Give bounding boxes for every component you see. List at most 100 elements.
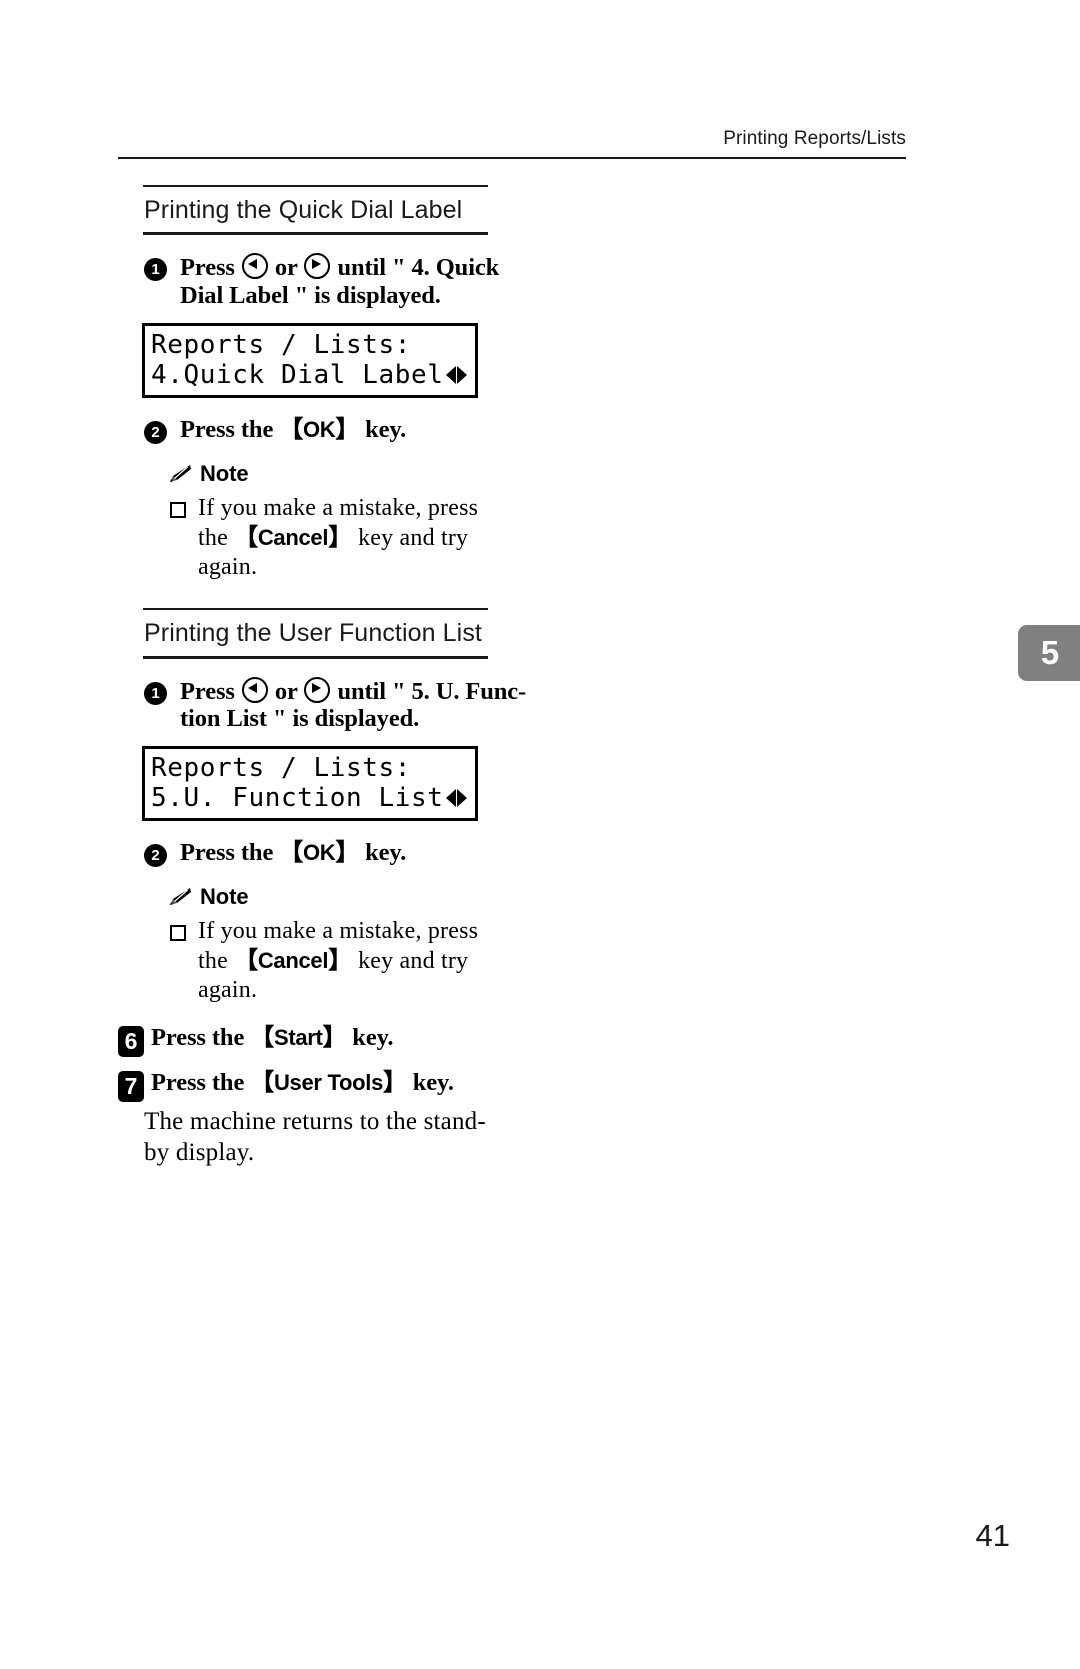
step-item: 7 Press the 【User Tools】 key. bbox=[118, 1069, 538, 1103]
step-item: 2 Press the 【OK】 key. bbox=[144, 416, 538, 444]
lcd-line-2: 5.U. Function List bbox=[151, 783, 469, 813]
step-text-post: key. bbox=[359, 839, 407, 867]
step-text-pre: Press the bbox=[180, 415, 280, 443]
note-line-3: again. bbox=[198, 554, 258, 581]
step-badge: 7 bbox=[118, 1071, 144, 1103]
bracket-close: 】 bbox=[322, 1023, 347, 1051]
note-line-2: the 【Cancel】 key and try bbox=[198, 946, 538, 976]
step-item: 6 Press the 【Start】 key. bbox=[118, 1023, 538, 1057]
note-line-1: If you make a mistake, press bbox=[198, 494, 479, 521]
note-label: Note bbox=[200, 460, 249, 486]
note-line-2-post: key and try bbox=[351, 948, 469, 975]
note-heading: Note bbox=[168, 884, 538, 910]
note-line-2: the 【Cancel】 key and try bbox=[198, 523, 538, 553]
note-line-3: again. bbox=[198, 977, 258, 1004]
lcd-line-2: 4.Quick Dial Label bbox=[151, 360, 469, 390]
step-badge: 2 bbox=[144, 844, 167, 868]
bracket-close: 】 bbox=[335, 415, 360, 443]
lcd-right-triangle-icon bbox=[457, 789, 467, 808]
bracket-open: 【 bbox=[234, 523, 258, 551]
hardware-key-name: User Tools bbox=[273, 1070, 384, 1096]
page-number: 41 bbox=[975, 1518, 1010, 1553]
lcd-left-triangle-icon bbox=[446, 789, 456, 808]
lcd-line-1-text: Reports / Lists: bbox=[151, 752, 412, 783]
step-text-pre: Press the bbox=[180, 839, 280, 867]
step-text-post: key. bbox=[359, 415, 407, 443]
result-paragraph: The machine returns to the stand- by dis… bbox=[144, 1107, 538, 1168]
step-text-post: key. bbox=[346, 1023, 394, 1051]
hardware-key-name: Cancel bbox=[257, 524, 329, 550]
bracket-close: 】 bbox=[383, 1069, 407, 1097]
note-line-2-pre: the bbox=[198, 948, 235, 975]
result-line-1: The machine returns to the stand- bbox=[144, 1108, 486, 1136]
left-arrow-key-icon bbox=[241, 676, 268, 703]
step-text-line2: tion List " is displayed. bbox=[180, 705, 420, 733]
step-item: 1 Press or until " 4. Quick Dial Label "… bbox=[144, 253, 538, 309]
lcd-scroll-arrows-icon bbox=[446, 789, 469, 808]
lcd-line-1: Reports / Lists: bbox=[151, 330, 469, 360]
section-title: Printing the Quick Dial Label bbox=[144, 196, 463, 224]
step-text-pre: Press the bbox=[151, 1023, 251, 1051]
lcd-display-panel: Reports / Lists: 4.Quick Dial Label bbox=[142, 322, 478, 398]
bracket-open: 【 bbox=[279, 415, 303, 443]
bracket-open: 【 bbox=[234, 947, 258, 975]
lcd-line-1: Reports / Lists: bbox=[151, 753, 469, 783]
hardware-key-label: 【User Tools】 bbox=[250, 1069, 407, 1097]
header-divider-rule bbox=[118, 157, 906, 159]
step-text-post: until " 4. Quick bbox=[331, 254, 500, 282]
lcd-line-2-text: 4.Quick Dial Label bbox=[151, 359, 444, 390]
step-badge: 2 bbox=[144, 420, 167, 444]
step-text-mid: or bbox=[268, 677, 304, 705]
left-arrow-key-icon bbox=[241, 253, 268, 280]
lcd-line-2-text: 5.U. Function List bbox=[151, 783, 444, 814]
hardware-key-name: Start bbox=[273, 1024, 323, 1050]
step-text-line2: Dial Label " is displayed. bbox=[180, 281, 441, 309]
step-text-pre: Press the bbox=[151, 1069, 251, 1097]
section-rule-bottom bbox=[143, 655, 488, 659]
step-text-pre: Press bbox=[180, 677, 241, 705]
right-arrow-key-icon bbox=[304, 676, 331, 703]
page-running-header: Printing Reports/Lists bbox=[723, 128, 906, 149]
note-item: If you make a mistake, press the 【Cancel… bbox=[168, 917, 538, 1006]
section-user-function-list: Printing the User Function List 1 Press … bbox=[118, 608, 538, 1005]
step-text-mid: or bbox=[268, 254, 304, 282]
bracket-open: 【 bbox=[279, 839, 303, 867]
lcd-scroll-arrows-icon bbox=[446, 365, 469, 384]
step-text-post: until " 5. U. Func- bbox=[331, 677, 527, 705]
note-line-2-post: key and try bbox=[351, 524, 469, 551]
note-item: If you make a mistake, press the 【Cancel… bbox=[168, 494, 538, 583]
note-block: Note If you make a mistake, press the 【C… bbox=[168, 884, 538, 1006]
hardware-key-name: Cancel bbox=[257, 948, 329, 974]
step-badge: 1 bbox=[144, 258, 167, 282]
hardware-key-label: 【Start】 bbox=[250, 1023, 347, 1051]
hardware-key-name: OK bbox=[302, 840, 336, 866]
hardware-key-name: OK bbox=[302, 416, 336, 442]
note-heading: Note bbox=[168, 461, 538, 487]
note-bullet-square-icon bbox=[170, 501, 186, 518]
bracket-open: 【 bbox=[250, 1069, 274, 1097]
hardware-key-label: 【OK】 bbox=[279, 415, 360, 443]
step-item: 1 Press or until " 5. U. Func- tion List… bbox=[144, 676, 538, 733]
section-quick-dial-label: Printing the Quick Dial Label 1 Press or… bbox=[118, 185, 538, 582]
lcd-right-triangle-icon bbox=[457, 365, 467, 384]
note-block: Note If you make a mistake, press the 【C… bbox=[168, 461, 538, 583]
bracket-close: 】 bbox=[328, 523, 352, 551]
bracket-open: 【 bbox=[250, 1023, 274, 1051]
note-bullet-square-icon bbox=[170, 924, 186, 941]
step-item: 2 Press the 【OK】 key. bbox=[144, 839, 538, 868]
hardware-key-label: 【Cancel】 bbox=[234, 947, 352, 975]
bracket-close: 】 bbox=[335, 839, 360, 867]
pencil-icon bbox=[170, 464, 191, 482]
pencil-icon bbox=[170, 887, 191, 905]
hardware-key-label: 【OK】 bbox=[279, 839, 360, 867]
chapter-tab-marker: 5 bbox=[1018, 625, 1080, 681]
step-badge: 1 bbox=[144, 681, 167, 705]
hardware-key-label: 【Cancel】 bbox=[234, 523, 352, 551]
step-text-post: key. bbox=[406, 1069, 454, 1097]
page-content-column: Printing the Quick Dial Label 1 Press or… bbox=[118, 185, 538, 1168]
bracket-close: 】 bbox=[328, 947, 352, 975]
step-text-pre: Press bbox=[180, 254, 241, 282]
lcd-display-panel: Reports / Lists: 5.U. Function List bbox=[142, 745, 478, 822]
note-line-1: If you make a mistake, press bbox=[198, 917, 479, 944]
section-rule-bottom bbox=[143, 232, 488, 236]
